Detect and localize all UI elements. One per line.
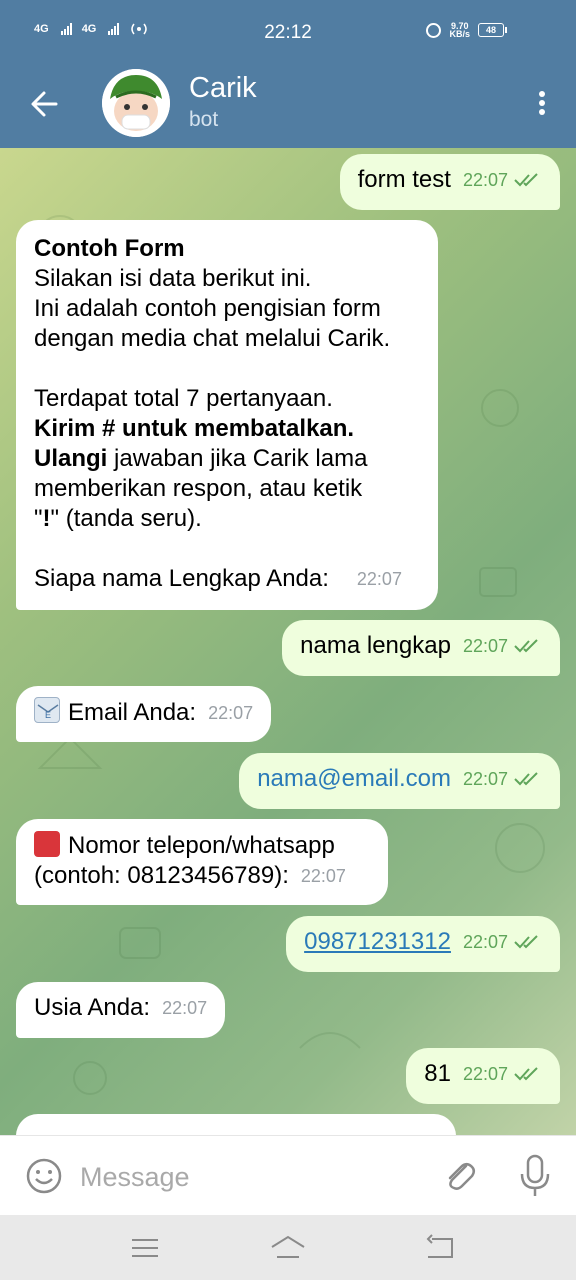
status-bar: 4G 4G 22:12 9.70 KB/s 48 [0,0,576,66]
message-text: Email Anda: [68,699,197,726]
double-check-icon [514,935,538,949]
return-icon [426,1234,453,1258]
message-meta: 22:07 [463,165,542,195]
home-button[interactable] [270,1231,305,1265]
message-line: "!" (tanda seru). [34,505,202,532]
phone-link[interactable]: 09871231312 [304,928,451,955]
double-check-icon [514,173,538,187]
chat-header: Carik bot [0,66,576,148]
menu-lines-icon [132,1239,158,1257]
double-check-icon [514,1067,538,1081]
voice-record-button[interactable] [516,1154,554,1198]
recents-button[interactable] [128,1231,162,1265]
message-line: memberikan respon, atau ketik [34,475,363,502]
message-incoming[interactable]: Usia Anda: 22:07 [16,982,226,1038]
message-input[interactable] [80,1156,410,1198]
message-outgoing[interactable]: nama@email.com 22:07 [239,753,560,809]
message-meta: 22:07 [463,631,542,661]
telephone-icon [34,831,60,857]
message-incoming-partial[interactable] [16,1114,456,1135]
more-menu-button[interactable] [532,88,552,120]
svg-text:E: E [45,710,51,720]
message-line: (contoh: 08123456789): 22:07 [34,862,346,889]
double-check-icon [514,772,538,786]
message-text: Usia Anda: [34,994,151,1021]
alarm-icon [426,22,442,38]
message-incoming[interactable]: Contoh Form Silakan isi data berikut ini… [16,220,438,610]
attach-button[interactable] [440,1156,480,1196]
message-line: Silakan isi data berikut ini. [34,265,312,292]
message-incoming[interactable]: E Email Anda: 22:07 [16,686,272,742]
network-speed: 9.70 KB/s [449,21,470,39]
emoji-button[interactable] [24,1156,64,1196]
paperclip-icon [448,1163,475,1190]
more-vertical-icon [532,91,552,115]
chat-title: Carik [189,72,257,104]
message-outgoing[interactable]: 81 22:07 [406,1048,560,1104]
message-text: 81 [424,1060,451,1087]
message-line: Siapa nama Lengkap Anda: 22:07 [34,565,402,592]
composer [0,1135,576,1215]
back-nav-button[interactable] [422,1231,456,1265]
message-meta: 22:07 [356,569,402,589]
message-meta: 22:07 [463,927,542,957]
message-text: nama lengkap [300,632,451,659]
message-outgoing[interactable]: nama lengkap 22:07 [282,620,560,676]
message-line: Kirim # untuk membatalkan. [34,415,355,442]
form-title: Contoh Form [34,235,185,262]
message-incoming[interactable]: Nomor telepon/whatsapp (contoh: 08123456… [16,819,388,905]
home-icon [271,1235,305,1258]
message-meta: 22:07 [463,764,542,794]
message-line: Nomor telepon/whatsapp [34,831,370,861]
message-line: Ini adalah contoh pengisian form [34,295,381,322]
message-line: Terdapat total 7 pertanyaan. [34,385,333,412]
back-button[interactable] [26,84,66,124]
smiley-icon [26,1158,62,1194]
message-meta: 22:07 [300,866,346,886]
message-outgoing[interactable]: 09871231312 22:07 [286,916,560,972]
message-line: Ulangi jawaban jika Carik lama [34,445,368,472]
message-text: form test [357,166,451,193]
chat-subtitle: bot [189,108,219,131]
chat-area[interactable]: form test 22:07 Contoh Form Silakan isi d… [0,148,576,1135]
message-meta: 22:07 [208,703,254,723]
email-link[interactable]: nama@email.com [257,765,451,792]
microphone-icon [520,1154,550,1196]
envelope-icon: E [34,697,60,723]
message-meta: 22:07 [463,1059,542,1089]
system-nav-bar [0,1215,576,1280]
bot-avatar[interactable] [102,69,170,137]
double-check-icon [514,639,538,653]
carik-mascot-icon [102,69,170,137]
status-right: 9.70 KB/s 48 [426,21,507,39]
message-outgoing[interactable]: form test 22:07 [339,154,560,210]
message-meta: 22:07 [162,998,208,1018]
message-line: dengan media chat melalui Carik. [34,325,391,352]
arrow-back-icon [31,91,58,117]
battery-icon: 48 [478,23,507,37]
